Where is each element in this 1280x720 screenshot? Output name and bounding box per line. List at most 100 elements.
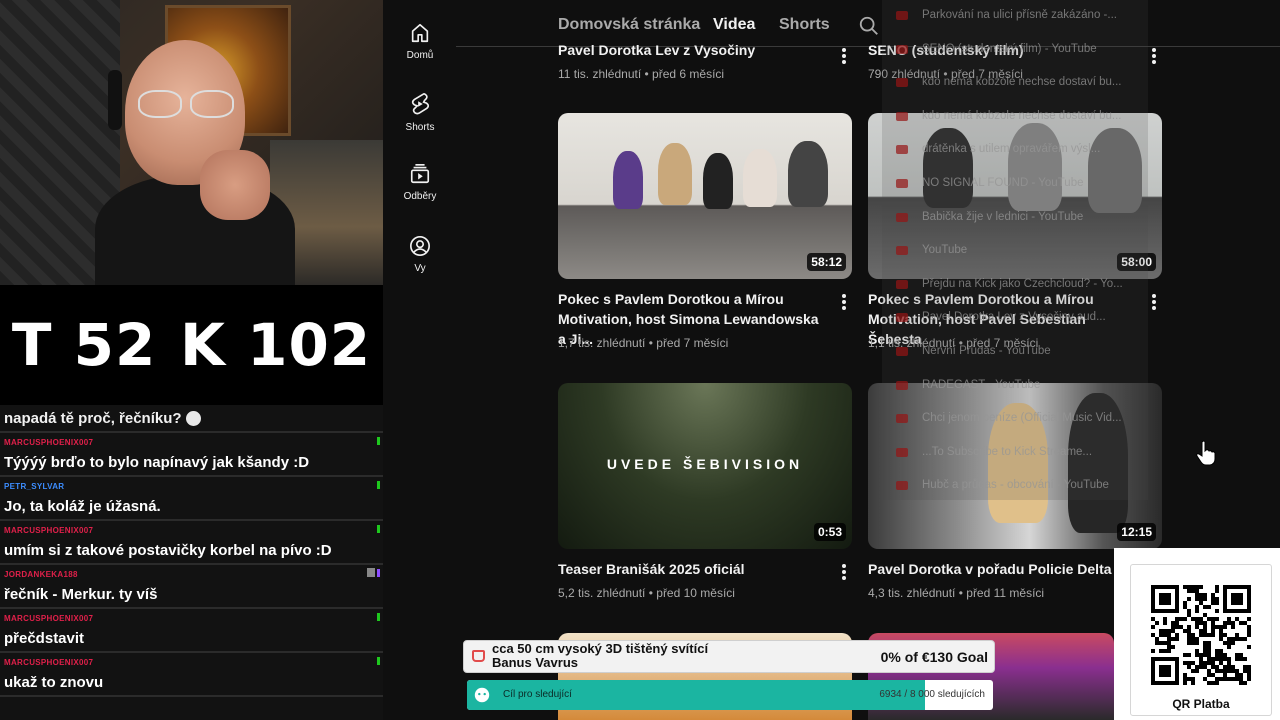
nav-home-label: Domů — [406, 50, 434, 61]
chat-message-text: Týýýý brďo to bylo napínavý jak kšandy :… — [4, 454, 310, 471]
headphones — [108, 70, 122, 130]
more-options-icon[interactable] — [842, 48, 846, 66]
history-entry[interactable]: YouTube — [896, 243, 1136, 261]
youtube-favicon-icon — [896, 481, 908, 491]
history-entry[interactable]: NO SIGNAL FOUND - YouTube — [896, 176, 1136, 194]
score-overlay: T 52 K 102 — [0, 285, 383, 405]
youtube-nav-rail: Domů Shorts Odběry Vy — [384, 0, 456, 720]
home-icon — [411, 23, 429, 43]
chat-username[interactable]: MARCUSPHOENIX007 — [4, 609, 383, 626]
youtube-favicon-icon — [896, 145, 908, 155]
video-views: 4,3 tis. zhlédnutí — [868, 586, 956, 600]
chat-message: MARCUSPHOENIX007 přečdstavit — [0, 609, 383, 653]
video-meta: 1,7 tis. zhlédnutí • před 7 měsíci — [558, 336, 729, 350]
youtube-favicon-icon — [896, 246, 908, 256]
history-entry-title: kdo nemá kobzole nechse dostaví bu... — [922, 76, 1122, 89]
nav-shorts[interactable]: Shorts — [384, 92, 456, 133]
chat-username[interactable]: MARCUSPHOENIX007 — [4, 653, 383, 670]
video-age: před 7 měsíci — [656, 336, 729, 350]
video-duration: 0:53 — [813, 523, 846, 541]
history-entry[interactable]: Babička žije v lednici - YouTube — [896, 210, 1136, 228]
nav-subscriptions-label: Odběry — [403, 191, 437, 202]
glasses — [138, 90, 234, 118]
chat-message-text: ukaž to znovu — [4, 674, 104, 691]
history-entry[interactable]: kdo nemá kobzole nechse dostaví bu... — [896, 109, 1136, 127]
youtube-favicon-icon — [896, 78, 908, 88]
history-entry[interactable]: Pavel Dorotka Lev z Vysočiny aud... — [896, 310, 1136, 328]
more-options-icon[interactable] — [1152, 48, 1156, 66]
nav-you-label: Vy — [414, 263, 426, 274]
youtube-favicon-icon — [896, 44, 908, 54]
video-age: před 11 měsíci — [966, 586, 1045, 600]
more-options-icon[interactable] — [842, 564, 846, 582]
hand-cursor-icon — [1196, 440, 1216, 466]
chat-message-text: řečník - Merkur. ty víš — [4, 586, 158, 603]
more-options-icon[interactable] — [1152, 294, 1156, 312]
donation-title: cca 50 cm vysoký 3D tištěný svítící Banu… — [492, 642, 708, 670]
nav-subscriptions[interactable]: Odběry — [384, 163, 456, 202]
video-title[interactable]: Teaser Branišák 2025 oficiál — [558, 559, 830, 579]
user-color-mark — [377, 569, 380, 577]
nav-you[interactable]: Vy — [384, 235, 456, 274]
history-entry-title: kdo nemá kobzole nechse dostaví bu... — [922, 109, 1122, 122]
history-entry[interactable]: Parkování na ulici přísně zakázáno -... — [896, 8, 1136, 26]
webcam-feed — [0, 0, 383, 285]
history-entry-title: SENO (studentský film) - YouTube — [922, 42, 1097, 55]
history-entry[interactable]: RADEGAST - YouTube — [896, 378, 1136, 396]
history-entry[interactable]: Hubč a průdas - obcování - YouTube — [896, 478, 1136, 496]
user-badge-icon — [367, 568, 375, 577]
history-entry-title: Pavel Dorotka Lev z Vysočiny aud... — [922, 311, 1106, 324]
nav-home[interactable]: Domů — [384, 22, 456, 61]
donation-goal-widget: cca 50 cm vysoký 3D tištěný svítící Banu… — [463, 640, 995, 673]
history-entry[interactable]: ...To Subscribe to Kick Streame... — [896, 445, 1136, 463]
tab-videos[interactable]: Videa — [713, 16, 755, 34]
tab-home[interactable]: Domovská stránka — [558, 16, 700, 34]
history-entry-title: Babička žije v lednici - YouTube — [922, 210, 1084, 223]
video-views: 5,2 tis. zhlédnutí — [558, 586, 646, 600]
qr-payment-widget: QR Platba — [1114, 548, 1280, 720]
chat-username[interactable]: MARCUSPHOENIX007 — [4, 521, 383, 538]
mascot-icon — [474, 687, 490, 703]
tab-shorts[interactable]: Shorts — [779, 16, 830, 34]
chat-username[interactable]: PETR_SYLVAR — [4, 477, 383, 494]
youtube-favicon-icon — [896, 447, 908, 457]
youtube-favicon-icon — [896, 380, 908, 390]
video-meta: 4,3 tis. zhlédnutí • před 11 měsíci — [868, 586, 1045, 600]
chat-message: MARCUSPHOENIX007 umím si z takové postavi… — [0, 521, 383, 565]
history-entry-title: Hubč a průdas - obcování - YouTube — [922, 479, 1109, 492]
youtube-favicon-icon — [896, 111, 908, 121]
history-entry[interactable]: Nervní Průdas - YouTube — [896, 344, 1136, 362]
history-entry[interactable]: Chci jenom peníze (Official Music Vid... — [896, 411, 1136, 429]
youtube-favicon-icon — [896, 179, 908, 188]
history-entry-title: Chci jenom peníze (Official Music Vid... — [922, 412, 1122, 425]
video-title[interactable]: Pavel Dorotka v pořadu Policie Delta — [868, 559, 1140, 579]
youtube-favicon-icon — [896, 414, 908, 424]
more-options-icon[interactable] — [842, 294, 846, 312]
nav-shorts-label: Shorts — [405, 122, 435, 133]
history-entry[interactable]: drátěnka s utilem opravářem výsl... — [896, 142, 1136, 160]
user-color-mark — [377, 525, 380, 533]
score-right: K 102 — [179, 311, 372, 379]
history-entry[interactable]: Přejdu na Kick jako Czechcloud? - Yo... — [896, 277, 1136, 295]
video-thumbnail[interactable]: 58:12 — [558, 113, 852, 279]
qr-label: QR Platba — [1172, 697, 1230, 711]
video-meta: 5,2 tis. zhlédnutí • před 10 měsíci — [558, 586, 735, 600]
history-entry-title: ...To Subscribe to Kick Streame... — [922, 445, 1093, 458]
video-age: před 10 měsíci — [656, 586, 735, 600]
chat-message: MARCUSPHOENIX007 Týýýý brďo to bylo napín… — [0, 433, 383, 477]
donation-goal-amount: 0% of €130 Goal — [880, 649, 988, 665]
user-color-mark — [377, 481, 380, 489]
follower-goal-label: Cíl pro sledující — [503, 689, 572, 700]
cup-icon — [472, 650, 485, 662]
youtube-favicon-icon — [896, 11, 908, 20]
search-icon[interactable] — [858, 15, 880, 37]
chat-username[interactable]: JORDANKEKA188 — [4, 565, 383, 582]
history-entry[interactable]: kdo nemá kobzole nechse dostaví bu... — [896, 75, 1136, 93]
video-title[interactable]: Pavel Dorotka Lev z Vysočiny audiokniha — [558, 40, 830, 58]
chat-username[interactable]: MARCUSPHOENIX007 — [4, 433, 383, 450]
you-icon — [410, 236, 430, 256]
history-entry-title: NO SIGNAL FOUND - YouTube — [922, 177, 1084, 189]
skull-emoji-icon — [185, 410, 201, 426]
history-entry[interactable]: SENO (studentský film) - YouTube — [896, 42, 1136, 60]
video-thumbnail[interactable]: UVEDE ŠEBIVISION 0:53 — [558, 383, 852, 549]
